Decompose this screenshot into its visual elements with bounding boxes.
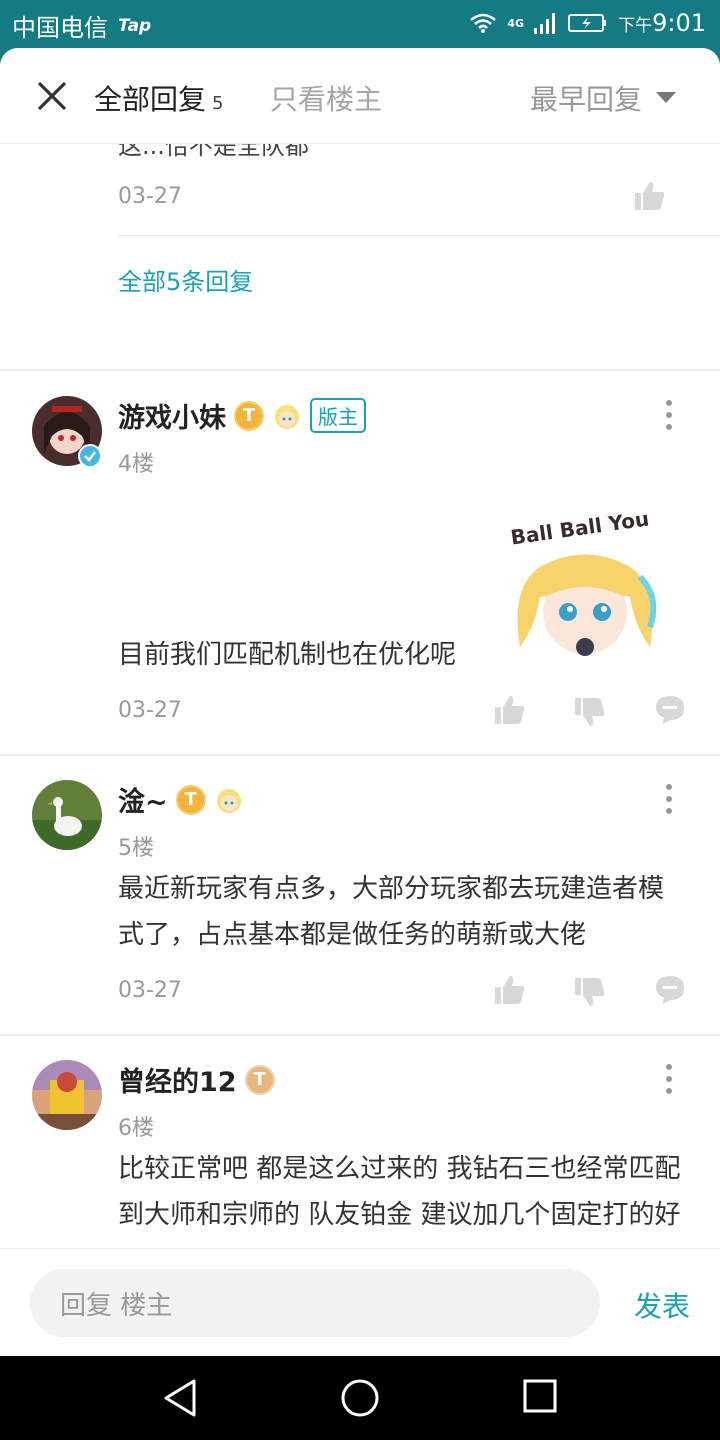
level-badge: T (244, 1064, 275, 1095)
nested-reply-text: 这...恰不是全队都 (118, 144, 309, 160)
thumbs-down-icon[interactable] (574, 976, 606, 1008)
view-all-replies-link[interactable]: 全部5条回复 (118, 262, 253, 297)
reply-content: 最近新玩家有点多，大部分玩家都去玩建造者模式了，占点基本都是做任务的萌新或大佬 (118, 874, 665, 950)
home-icon[interactable] (340, 1378, 380, 1418)
network-label: 4G (507, 16, 525, 30)
time-prefix: 下午 (618, 16, 653, 36)
reply-date: 03-27 (118, 698, 182, 723)
section-divider (0, 1034, 720, 1036)
sort-dropdown[interactable]: 最早回复 (530, 78, 676, 118)
tab-owner-only[interactable]: 只看楼主 (270, 78, 382, 118)
comment-icon[interactable] (654, 974, 686, 1006)
reply-content: 比较正常吧 都是这么过来的 我钻石三也经常匹配到大师和宗师的 队友铂金 建议加几… (118, 1154, 681, 1230)
more-vertical-icon[interactable] (666, 1064, 674, 1100)
sheet-header: 全部回复 5 只看楼主 最早回复 (0, 48, 720, 144)
floor-label: 6楼 (118, 1116, 154, 1141)
anime-girl-badge-icon (275, 404, 299, 429)
divider (118, 235, 720, 236)
caret-down-icon (656, 92, 676, 103)
nested-reply-date: 03-27 (118, 184, 182, 209)
username[interactable]: 游戏小妹 (118, 396, 226, 435)
level-badge: T (175, 784, 206, 815)
signal-icon (534, 13, 556, 34)
sort-label: 最早回复 (529, 83, 642, 116)
thumbs-up-icon[interactable] (494, 974, 526, 1006)
clock: 9:01 (652, 9, 706, 37)
close-icon[interactable] (32, 76, 72, 116)
tab-all-count: 5 (212, 93, 224, 114)
carrier-label: 中国电信 (12, 14, 108, 42)
back-icon[interactable] (162, 1378, 198, 1418)
app-badge: Tap (118, 15, 152, 36)
tab-all-replies[interactable]: 全部回复 5 (94, 78, 223, 118)
avatar[interactable] (32, 1060, 102, 1130)
reply-bar: 回复 楼主 发表 (0, 1248, 720, 1356)
reply-list[interactable]: 这...恰不是全队都 03-27 全部5条回复 游戏小妹 T 版主 4楼 Bal… (0, 144, 720, 1246)
reply-content: 目前我们匹配机制也在优化呢 (118, 640, 457, 670)
thumbs-up-icon[interactable] (494, 694, 526, 726)
battery-icon (568, 14, 607, 32)
comment-icon[interactable] (654, 694, 686, 726)
publish-button[interactable]: 发表 (634, 1285, 690, 1325)
reply-input[interactable]: 回复 楼主 (30, 1269, 600, 1337)
section-divider (0, 754, 720, 756)
system-nav-bar (0, 1356, 720, 1440)
username[interactable]: 淦~ (118, 780, 168, 819)
recents-icon[interactable] (522, 1378, 558, 1414)
wifi-icon (470, 13, 497, 33)
replies-sheet: 全部回复 5 只看楼主 最早回复 这...恰不是全队都 03-27 全部5条回复 (0, 48, 720, 1356)
avatar[interactable] (32, 780, 102, 850)
more-vertical-icon[interactable] (666, 400, 674, 436)
status-bar: 中国电信 Tap 4G 下午9:01 (0, 0, 720, 48)
tab-all-label: 全部回复 (94, 83, 207, 116)
more-vertical-icon[interactable] (666, 784, 674, 820)
moderator-badge: 版主 (310, 398, 366, 433)
thumbs-down-icon[interactable] (574, 696, 606, 728)
verified-icon (78, 444, 102, 468)
thumbs-up-icon[interactable] (634, 180, 666, 212)
reply-date: 03-27 (118, 978, 182, 1003)
sticker-text: Ball Ball You (509, 506, 650, 549)
section-divider (0, 369, 720, 371)
level-badge: T (234, 400, 264, 431)
anime-girl-badge-icon (216, 788, 241, 813)
floor-label: 5楼 (118, 836, 154, 861)
floor-label: 4楼 (118, 452, 154, 477)
username[interactable]: 曾经的12 (118, 1060, 237, 1099)
